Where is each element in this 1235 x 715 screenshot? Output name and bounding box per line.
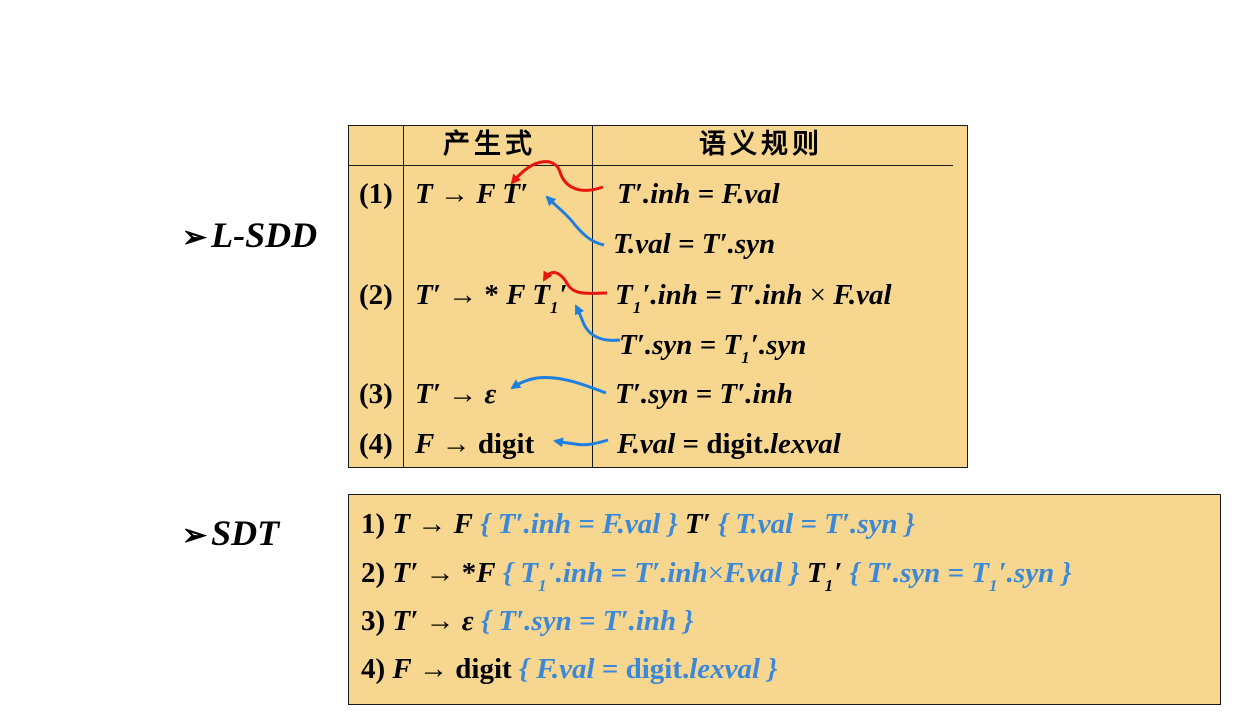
header-divider	[349, 165, 953, 166]
bullet-arrow-icon: ➢	[182, 519, 208, 552]
rule-2a: T1′.inh = T′.inh × F.val	[615, 279, 892, 317]
rule-2b: T′.syn = T1′.syn	[619, 329, 807, 367]
row-number: (2)	[359, 279, 393, 311]
rule-4: F.val = digit.lexval	[617, 428, 841, 460]
bullet-arrow-icon: ➢	[182, 221, 208, 254]
sdt-line-1: 1) T → F { T′.inh = F.val } T′ { T.val =…	[361, 508, 915, 540]
rule-1b: T.val = T′.syn	[613, 228, 776, 260]
sdt-section-label: ➢ SDT	[182, 512, 279, 554]
lsdd-table: 产生式 语义规则 (1) T → F T′ T′.inh = F.val T.v…	[348, 125, 968, 468]
sdt-box: 1) T → F { T′.inh = F.val } T′ { T.val =…	[348, 494, 1221, 705]
header-semantic-rule: 语义规则	[699, 129, 823, 160]
rule-3: T′.syn = T′.inh	[615, 378, 793, 410]
lsdd-label-text: L-SDD	[211, 215, 318, 255]
sdt-line-3: 3) T′ → ε { T′.syn = T′.inh }	[361, 605, 694, 637]
production-4: F → digit	[415, 428, 535, 460]
sdt-label-text: SDT	[211, 513, 280, 553]
row-number: (3)	[359, 378, 393, 410]
row-number: (1)	[359, 178, 393, 210]
lsdd-section-label: ➢ L-SDD	[182, 214, 317, 256]
row-number: (4)	[359, 428, 393, 460]
sdt-line-2: 2) T′ → *F { T1′.inh = T′.inh×F.val } T1…	[361, 557, 1072, 595]
rule-1a: T′.inh = F.val	[617, 178, 780, 210]
production-2: T′ → * F T1′	[415, 279, 568, 317]
column-divider	[592, 126, 593, 467]
header-production: 产生式	[443, 129, 536, 160]
production-1: T → F T′	[415, 178, 529, 210]
column-divider	[403, 126, 404, 467]
sdt-line-4: 4) F → digit { F.val = digit.lexval }	[361, 653, 778, 685]
production-3: T′ → ε	[415, 378, 497, 410]
